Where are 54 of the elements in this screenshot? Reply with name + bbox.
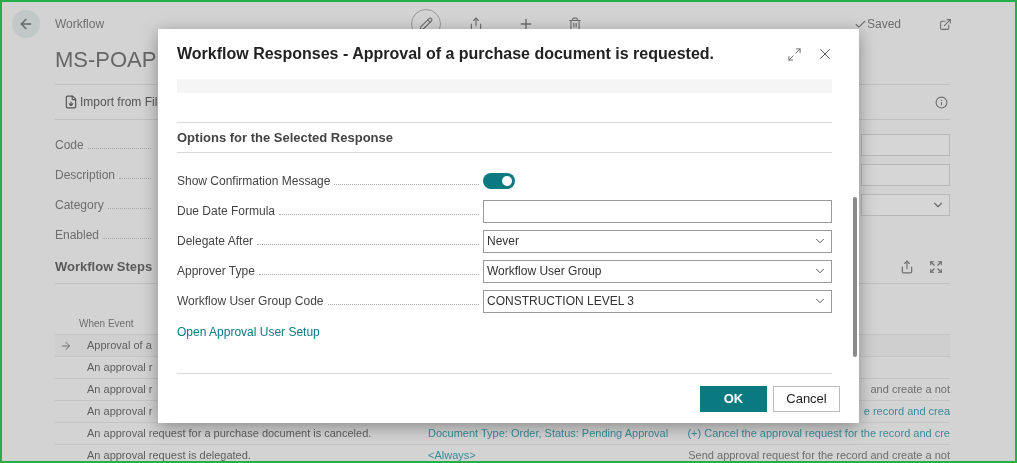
input-field[interactable] [483,199,832,223]
select-field[interactable]: Workflow User Group [483,259,832,283]
breadcrumb: Workflow [55,16,106,33]
table-cell-text: and create a not [870,382,950,398]
setup-link[interactable]: Open Approval User Setup [177,323,320,341]
select-field[interactable]: CONSTRUCTION LEVEL 3 [483,289,832,313]
saved-label: Saved [867,16,902,33]
table-cell: An approval request for a purchase document is canceled. [87,427,372,440]
section-title: Workflow Steps [55,257,153,276]
field-label: Approver Type [177,263,255,280]
column-header: When Event [79,317,134,331]
field-label: Code [55,137,84,154]
table-cell: <Always> [428,449,476,461]
share-icon[interactable] [900,259,914,274]
info-icon[interactable] [935,95,948,109]
pencil-icon [419,17,433,31]
dialog-title: Workflow Responses - Approval of a purchase document is requested. [177,44,714,64]
ok-button[interactable]: OK [700,386,767,412]
select-field[interactable]: Never [483,229,832,253]
field-label: Category [55,197,104,214]
delete-icon[interactable] [568,17,582,31]
maximize-icon[interactable] [787,46,802,62]
table-cell: An approval r [87,405,153,418]
field-label: Due Date Formula [177,203,276,220]
document-icon [64,95,78,109]
table-cell: Document Type: Order, Status: Pending Approval [428,427,669,440]
back-button[interactable] [12,10,40,38]
toggle-switch[interactable] [483,173,515,189]
table-cell: An approval request is delegated. [87,449,251,461]
table-cell-text: e record and crea [863,404,950,420]
open-new-window-icon[interactable] [939,17,953,31]
current-row-arrow-icon [60,339,72,352]
table-row[interactable]: An approval request is delegated. <Always> Send approval request for the record and create a not [55,444,950,461]
cancel-button[interactable]: Cancel [773,386,840,412]
dropdown-field[interactable] [861,194,950,216]
input-field[interactable] [861,164,950,186]
table-cell-text: Send approval request for the record and create a not [688,448,950,461]
input-field[interactable] [861,134,950,156]
field-label: Show Confirmation Message [177,173,331,190]
field-label: Delegate After [177,233,254,250]
import-button[interactable]: Import from Fil [64,93,158,111]
share-icon[interactable] [469,17,483,31]
expand-icon[interactable] [929,259,943,274]
table-cell: An approval r [87,361,153,374]
field-label: Description [55,167,116,184]
table-cell-text: (+) Cancel the approval request for the record and cre [687,426,950,442]
field-label: Workflow User Group Code [177,293,324,310]
field-label: Enabled [55,227,100,244]
table-cell: An approval r [87,383,153,396]
section-title: Options for the Selected Response [177,128,393,147]
table-cell: Approval of a [87,339,152,352]
add-icon[interactable] [518,16,534,32]
page-title: MS-POAP [55,47,157,72]
scrollbar[interactable] [853,197,857,357]
